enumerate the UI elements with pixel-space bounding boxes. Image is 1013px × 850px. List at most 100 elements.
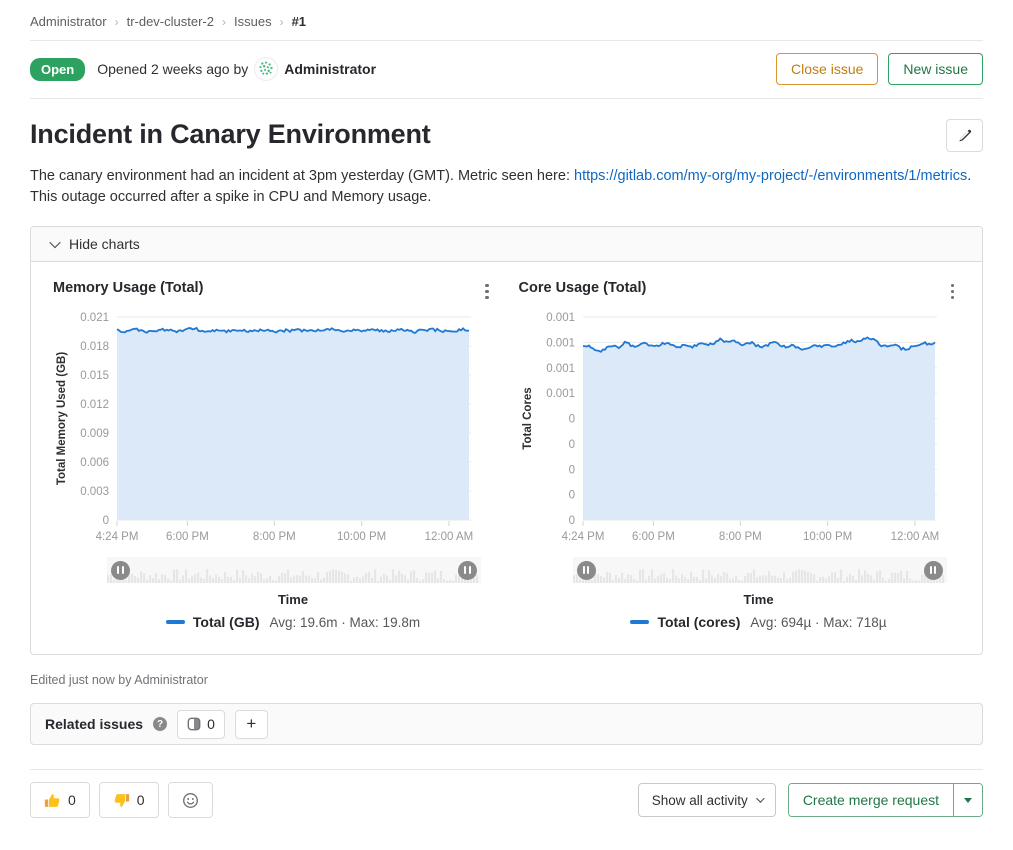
svg-text:12:00 AM: 12:00 AM	[425, 531, 474, 543]
svg-text:0.009: 0.009	[80, 428, 109, 440]
svg-text:8:00 PM: 8:00 PM	[253, 531, 296, 543]
related-issues-count-badge: 0	[177, 710, 225, 739]
svg-text:12:00 AM: 12:00 AM	[890, 531, 939, 543]
svg-text:0.021: 0.021	[80, 312, 109, 324]
svg-text:0.018: 0.018	[80, 341, 109, 353]
opened-meta: Opened 2 weeks ago by Administrator	[97, 57, 376, 81]
svg-text:0.001: 0.001	[546, 312, 575, 324]
thumbs-down-count: 0	[137, 792, 145, 808]
svg-text:4:24 PM: 4:24 PM	[561, 531, 604, 543]
memory-chart-range-slider[interactable]	[107, 557, 481, 583]
chart-title: Memory Usage (Total)	[53, 280, 203, 296]
svg-text:10:00 PM: 10:00 PM	[803, 531, 852, 543]
legend-swatch	[630, 620, 649, 624]
svg-text:10:00 PM: 10:00 PM	[337, 531, 386, 543]
svg-text:0.006: 0.006	[80, 457, 109, 469]
slider-handle-right[interactable]	[458, 561, 477, 580]
svg-text:Total Cores: Total Cores	[522, 387, 534, 449]
footer-actions: Show all activity Create merge request	[638, 783, 983, 817]
thumbs-up-count: 0	[68, 792, 76, 808]
metrics-link[interactable]: https://gitlab.com/my-org/my-project/-/e…	[574, 168, 967, 184]
svg-text:0.001: 0.001	[546, 363, 575, 375]
create-merge-request-split-button: Create merge request	[788, 783, 983, 817]
svg-text:0.015: 0.015	[80, 370, 109, 382]
title-row: Incident in Canary Environment	[30, 119, 983, 152]
description-text: .	[967, 168, 971, 184]
svg-text:0: 0	[568, 490, 574, 502]
chart-legend[interactable]: Total (GB) Avg: 19.6m · Max: 19.8m	[117, 614, 469, 630]
svg-text:0: 0	[103, 515, 109, 527]
new-issue-button[interactable]: New issue	[888, 53, 983, 85]
breadcrumb-separator: ›	[280, 15, 284, 29]
chevron-down-icon	[49, 237, 60, 248]
kebab-menu-icon[interactable]	[479, 280, 494, 303]
help-icon[interactable]: ?	[153, 717, 167, 731]
svg-text:0.001: 0.001	[546, 388, 575, 400]
thumbs-down-button[interactable]: 0	[99, 782, 159, 818]
chart-legend[interactable]: Total (cores) Avg: 694µ · Max: 718µ	[583, 614, 935, 630]
x-axis-label: Time	[583, 592, 935, 607]
core-usage-chart: Core Usage (Total) 0.0010.0010.0010.0010…	[519, 280, 961, 630]
breadcrumb-issue-number: #1	[292, 14, 306, 29]
breadcrumb-issues[interactable]: Issues	[234, 14, 272, 29]
issue-type-icon	[187, 717, 201, 731]
kebab-menu-icon[interactable]	[945, 280, 960, 303]
x-axis-label: Time	[117, 592, 469, 607]
breadcrumb-separator: ›	[115, 15, 119, 29]
svg-text:Total Memory Used (GB): Total Memory Used (GB)	[56, 352, 68, 485]
avatar[interactable]	[254, 57, 278, 81]
add-reaction-button[interactable]	[168, 782, 213, 818]
hide-charts-toggle[interactable]: Hide charts	[31, 227, 982, 262]
activity-filter-label: Show all activity	[652, 793, 748, 808]
memory-chart-plot: 0.0210.0180.0150.0120.0090.0060.0030Tota…	[53, 307, 491, 547]
status-badge: Open	[30, 58, 85, 81]
thumbs-down-icon	[113, 792, 130, 809]
svg-text:6:00 PM: 6:00 PM	[166, 531, 209, 543]
award-emoji-row: 0 0	[30, 782, 213, 818]
related-issues-label: Related issues	[45, 716, 143, 732]
opened-text: Opened 2 weeks ago by	[97, 61, 248, 77]
hide-charts-label: Hide charts	[69, 236, 140, 252]
related-issues-count: 0	[207, 716, 215, 732]
description-text: The canary environment had an incident a…	[30, 168, 574, 184]
slider-handle-left[interactable]	[111, 561, 130, 580]
memory-usage-chart: Memory Usage (Total) 0.0210.0180.0150.01…	[53, 280, 495, 630]
issue-footer: 0 0 Show all ac	[30, 769, 983, 818]
issue-description: The canary environment had an incident a…	[30, 166, 983, 208]
close-issue-button[interactable]: Close issue	[776, 53, 878, 85]
create-merge-request-caret[interactable]	[953, 784, 982, 816]
thumbs-up-icon	[44, 792, 61, 809]
activity-filter-dropdown[interactable]: Show all activity	[638, 783, 776, 817]
legend-series-name: Total (GB)	[193, 614, 260, 630]
smiley-icon	[182, 792, 199, 809]
legend-series-name: Total (cores)	[657, 614, 740, 630]
metrics-charts-panel: Hide charts Memory Usage (Total) 0.021 0.…	[30, 226, 983, 655]
chevron-down-icon	[756, 795, 764, 803]
svg-text:0: 0	[568, 515, 574, 527]
legend-swatch	[166, 620, 185, 624]
create-merge-request-button[interactable]: Create merge request	[789, 784, 953, 816]
page-title: Incident in Canary Environment	[30, 119, 431, 150]
edit-title-button[interactable]	[946, 119, 983, 152]
pencil-icon	[957, 128, 972, 143]
author-name[interactable]: Administrator	[284, 61, 376, 77]
issue-status-bar: Open Opened 2 weeks ago by Administrator…	[30, 41, 983, 99]
slider-handle-right[interactable]	[924, 561, 943, 580]
breadcrumb-administrator[interactable]: Administrator	[30, 14, 107, 29]
issue-page: Administrator › tr-dev-cluster-2 › Issue…	[0, 0, 1013, 818]
breadcrumb-project[interactable]: tr-dev-cluster-2	[127, 14, 214, 29]
svg-text:0: 0	[568, 464, 574, 476]
legend-stats: Avg: 19.6m · Max: 19.8m	[270, 615, 421, 630]
breadcrumb-separator: ›	[222, 15, 226, 29]
core-chart-plot: 0.0010.0010.0010.00100000Total Cores4:24…	[519, 307, 957, 547]
legend-stats: Avg: 694µ · Max: 718µ	[750, 615, 886, 630]
slider-handle-left[interactable]	[577, 561, 596, 580]
add-related-issue-button[interactable]: +	[235, 710, 268, 739]
thumbs-up-button[interactable]: 0	[30, 782, 90, 818]
svg-text:0.003: 0.003	[80, 486, 109, 498]
chart-title: Core Usage (Total)	[519, 280, 647, 296]
caret-down-icon	[964, 798, 972, 803]
breadcrumb: Administrator › tr-dev-cluster-2 › Issue…	[30, 0, 983, 29]
core-chart-range-slider[interactable]	[573, 557, 947, 583]
svg-text:0: 0	[568, 439, 574, 451]
